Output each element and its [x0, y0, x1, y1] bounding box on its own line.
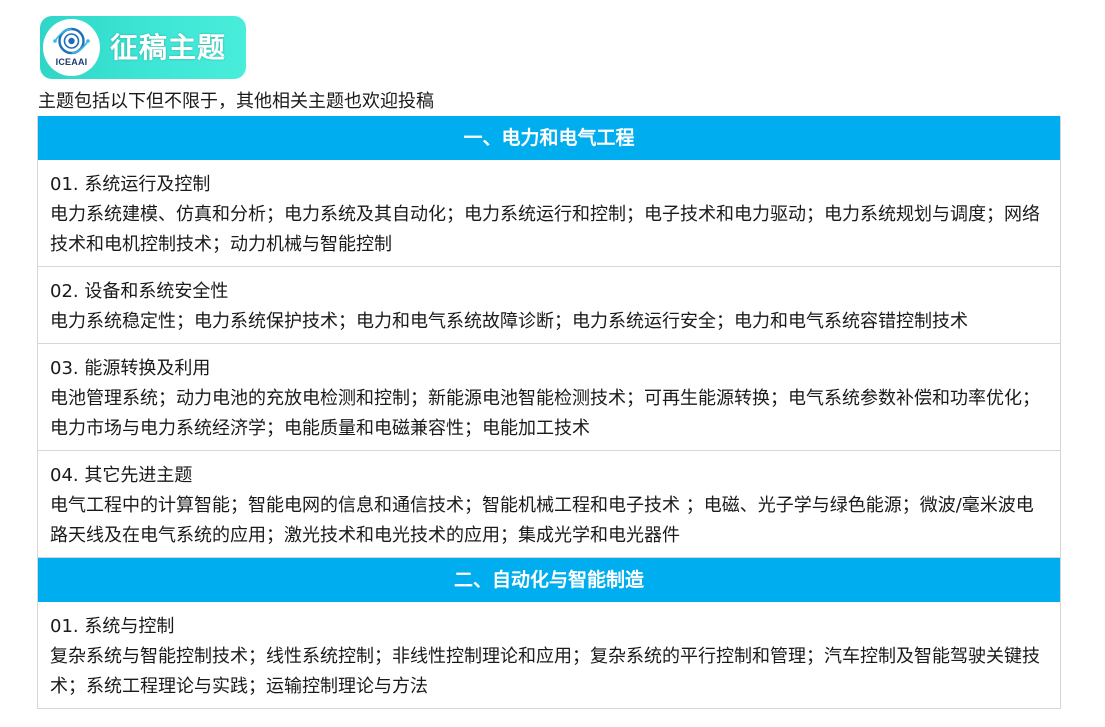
topic-item: 03. 能源转换及利用 电池管理系统；动力电池的充放电检测和控制；新能源电池智能…: [38, 344, 1060, 451]
iceaai-logo-icon: ICEAAI: [43, 19, 100, 76]
topic-item-desc: 电力系统建模、仿真和分析；电力系统及其自动化；电力系统运行和控制；电子技术和电力…: [50, 204, 1040, 255]
topics-table: 一、电力和电气工程 01. 系统运行及控制 电力系统建模、仿真和分析；电力系统及…: [37, 116, 1061, 709]
topics-title-badge: ICEAAI 征稿主题: [40, 16, 246, 79]
topic-item-title: 03. 能源转换及利用: [50, 358, 211, 379]
topic-item: 01. 系统运行及控制 电力系统建模、仿真和分析；电力系统及其自动化；电力系统运…: [38, 160, 1060, 267]
topic-item: 01. 系统与控制 复杂系统与智能控制技术；线性系统控制；非线性控制理论和应用；…: [38, 602, 1060, 709]
topic-item-title: 04. 其它先进主题: [50, 465, 193, 486]
topic-item-desc: 电池管理系统；动力电池的充放电检测和控制；新能源电池智能检测技术；可再生能源转换…: [50, 388, 1040, 439]
logo-emblem-icon: [53, 27, 90, 55]
topic-item-title: 02. 设备和系统安全性: [50, 281, 229, 302]
topic-item-desc: 电气工程中的计算智能；智能电网的信息和通信技术；智能机械工程和电子技术 ；电磁、…: [50, 495, 1034, 546]
topic-item: 04. 其它先进主题 电气工程中的计算智能；智能电网的信息和通信技术；智能机械工…: [38, 451, 1060, 558]
topic-item-title: 01. 系统运行及控制: [50, 174, 211, 195]
section-header-automation: 二、自动化与智能制造: [38, 558, 1060, 602]
logo-text: ICEAAI: [55, 57, 88, 67]
topic-item-desc: 复杂系统与智能控制技术；线性系统控制；非线性控制理论和应用；复杂系统的平行控制和…: [50, 646, 1040, 697]
intro-text: 主题包括以下但不限于，其他相关主题也欢迎投稿: [38, 91, 434, 112]
page-title: 征稿主题: [110, 31, 227, 64]
topic-item: 02. 设备和系统安全性 电力系统稳定性；电力系统保护技术；电力和电气系统故障诊…: [38, 267, 1060, 344]
topic-item-title: 01. 系统与控制: [50, 616, 175, 637]
section-header-electrical: 一、电力和电气工程: [38, 116, 1060, 160]
topic-item-desc: 电力系统稳定性；电力系统保护技术；电力和电气系统故障诊断；电力系统运行安全；电力…: [50, 311, 968, 332]
